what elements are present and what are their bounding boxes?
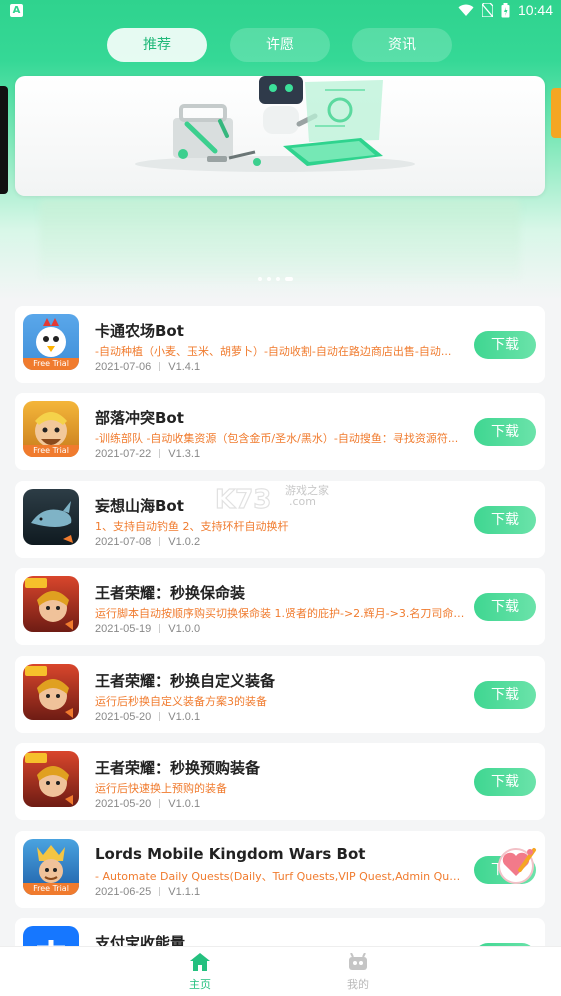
app-description: 运行脚本自动按顺序购买切换保命装 1.贤者的庇护->2.辉月->3.名刀司命->… (95, 607, 467, 620)
tab-recommend[interactable]: 推荐 (107, 28, 207, 62)
list-item[interactable]: 王者荣耀：秒换自定义装备 运行后秒换自定义装备方案3的装备 2021-05-20… (15, 656, 545, 733)
free-trial-badge: Free Trial (23, 883, 79, 895)
list-item[interactable]: Free Trial 卡通农场Bot -自动种植（小麦、玉米、胡萝卜）-自动收割… (15, 306, 545, 383)
banner-peek-previous[interactable] (0, 86, 8, 194)
free-trial-badge: Free Trial (23, 358, 79, 370)
app-date: 2021-06-25 (95, 886, 152, 898)
carousel-indicator (258, 277, 293, 281)
app-date: 2021-05-20 (95, 711, 152, 723)
list-item[interactable]: Free Trial Lords Mobile Kingdom Wars Bot… (15, 831, 545, 908)
list-item[interactable]: 王者荣耀：秒换保命装 运行脚本自动按顺序购买切换保命装 1.贤者的庇护->2.辉… (15, 568, 545, 645)
floating-sticker-button[interactable] (494, 842, 538, 886)
app-date: 2021-07-22 (95, 448, 152, 460)
app-date: 2021-07-06 (95, 361, 152, 373)
app-title: Lords Mobile Kingdom Wars Bot (95, 845, 366, 863)
list-item[interactable]: 王者荣耀：秒换预购装备 运行后快速换上预购的装备 2021-05-20 V1.0.… (15, 743, 545, 820)
battery-icon (501, 2, 510, 17)
app-description: 运行后快速换上预购的装备 (95, 782, 227, 795)
nav-mine-label: 我的 (347, 978, 369, 991)
clash-barbarian-icon: Free Trial (23, 401, 79, 457)
app-title: 王者荣耀：秒换预购装备 (95, 759, 261, 777)
download-button[interactable]: 下载 (474, 418, 536, 446)
k73-watermark: K73 游戏之家 .com (214, 482, 345, 518)
svg-text:K73: K73 (215, 485, 271, 514)
app-title: 妄想山海Bot (95, 497, 184, 515)
tab-wish[interactable]: 许愿 (230, 28, 330, 62)
download-button[interactable]: 下载 (474, 593, 536, 621)
app-notification-icon: A (10, 4, 23, 17)
nav-home[interactable]: 主页 (170, 953, 230, 992)
lords-mobile-knight-icon: Free Trial (23, 839, 79, 895)
app-description: -训练部队 -自动收集资源（包含金币/圣水/黑水）-自动搜鱼：寻找资源符... (95, 432, 459, 445)
download-button[interactable]: 下载 (474, 768, 536, 796)
app-title: 卡通农场Bot (95, 322, 184, 340)
app-title: 王者荣耀：秒换自定义装备 (95, 672, 276, 690)
app-description: -自动种植（小麦、玉米、胡萝卜）-自动收割-自动在路边商店出售-自动... (95, 345, 452, 358)
app-date: 2021-05-19 (95, 623, 152, 635)
app-date: 2021-07-08 (95, 536, 152, 548)
app-date: 2021-05-20 (95, 798, 152, 810)
app-meta: 2021-06-25 V1.1.1 (95, 886, 200, 898)
nav-mine[interactable]: 我的 (328, 952, 388, 992)
status-bar: A 10:44 (0, 0, 561, 24)
robot-icon (349, 952, 367, 970)
robot-toolbox-illustration (135, 76, 415, 172)
carousel-dot[interactable] (276, 277, 280, 281)
banner-reflection (40, 200, 520, 280)
app-description: 1、支持自动钓鱼 2、支持环杆自动换杆 (95, 520, 289, 533)
app-meta: 2021-05-20 V1.0.1 (95, 798, 200, 810)
app-title: 王者荣耀：秒换保命装 (95, 584, 246, 602)
watermark-domain: .com (289, 495, 316, 508)
app-meta: 2021-07-06 V1.4.1 (95, 361, 200, 373)
app-meta: 2021-07-22 V1.3.1 (95, 448, 200, 460)
download-button[interactable]: 下载 (474, 681, 536, 709)
hok-hero-icon (23, 664, 79, 720)
banner-peek-next[interactable] (551, 88, 561, 138)
hay-day-chicken-icon: Free Trial (23, 314, 79, 370)
hok-hero-icon (23, 576, 79, 632)
app-version: V1.1.1 (168, 886, 201, 898)
hok-hero-icon (23, 751, 79, 807)
whale-icon (23, 489, 79, 545)
app-description: - Automate Daily Quests(Daily、Turf Quest… (95, 870, 467, 883)
bottom-navigation: 主页 我的 (0, 946, 561, 996)
no-sim-icon (481, 3, 493, 17)
list-item[interactable]: Free Trial 部落冲突Bot -训练部队 -自动收集资源（包含金币/圣水… (15, 393, 545, 470)
app-meta: 2021-05-19 V1.0.0 (95, 623, 200, 635)
tab-news[interactable]: 资讯 (352, 28, 452, 62)
app-version: V1.4.1 (168, 361, 201, 373)
app-version: V1.0.1 (168, 798, 201, 810)
app-version: V1.0.1 (168, 711, 201, 723)
wifi-icon (458, 4, 474, 16)
banner-carousel[interactable] (15, 76, 545, 196)
carousel-dot[interactable] (267, 277, 271, 281)
app-version: V1.3.1 (168, 448, 201, 460)
top-tabs: 推荐 许愿 资讯 (0, 28, 561, 62)
home-icon (190, 953, 210, 971)
download-button[interactable]: 下载 (474, 506, 536, 534)
carousel-dot[interactable] (258, 277, 262, 281)
app-title: 部落冲突Bot (95, 409, 184, 427)
app-meta: 2021-07-08 V1.0.2 (95, 536, 200, 548)
clock: 10:44 (517, 2, 553, 18)
download-button[interactable]: 下载 (474, 331, 536, 359)
app-description: 运行后秒换自定义装备方案3的装备 (95, 695, 267, 708)
app-meta: 2021-05-20 V1.0.1 (95, 711, 200, 723)
carousel-dot-active[interactable] (285, 277, 293, 281)
app-version: V1.0.2 (168, 536, 201, 548)
free-trial-badge: Free Trial (23, 445, 79, 457)
app-version: V1.0.0 (168, 623, 201, 635)
nav-home-label: 主页 (189, 978, 211, 991)
